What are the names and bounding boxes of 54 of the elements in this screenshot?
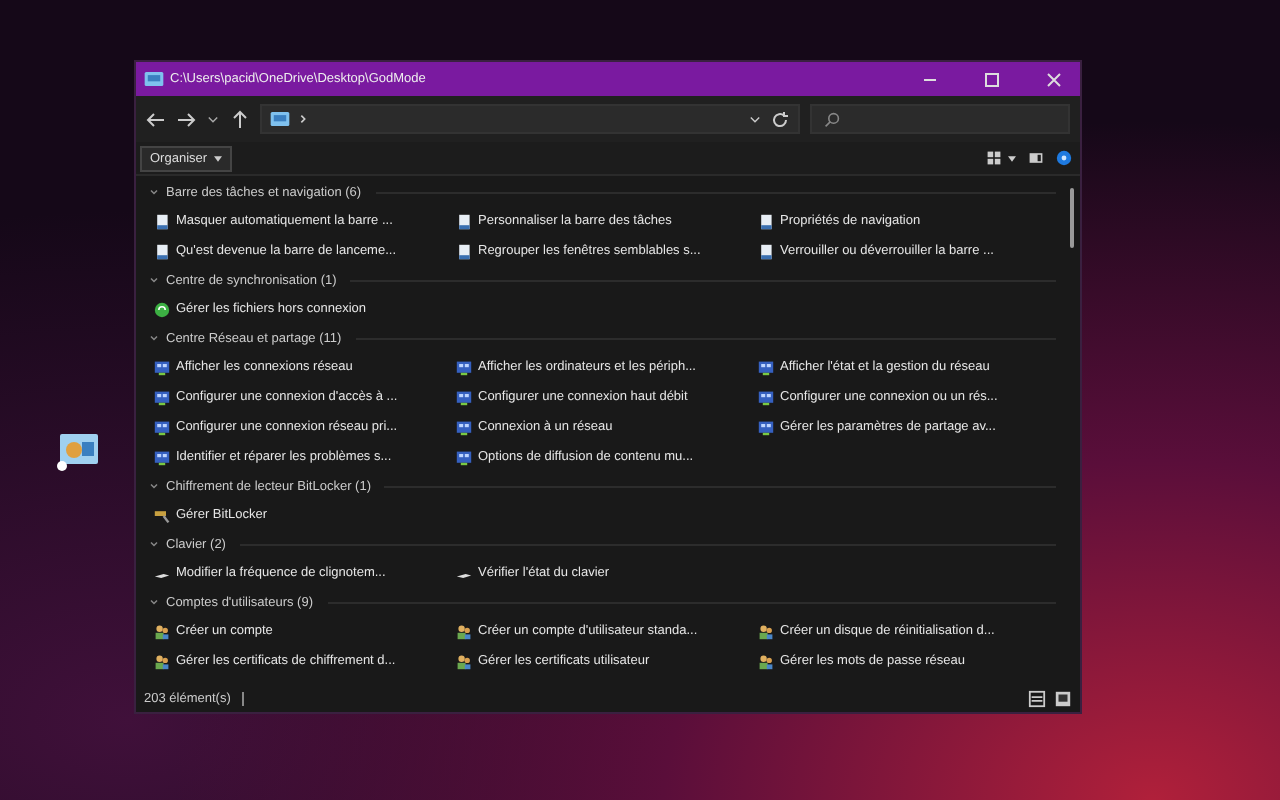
- scrollbar[interactable]: [1070, 188, 1074, 248]
- users-icon: [758, 623, 774, 639]
- network-icon: [154, 419, 170, 435]
- folder-window-icon: [144, 72, 164, 86]
- document-icon: [758, 213, 774, 229]
- network-icon: [456, 389, 472, 405]
- key-icon: [154, 507, 170, 523]
- users-icon: [154, 623, 170, 639]
- view-grid-icon[interactable]: [986, 150, 1002, 166]
- network-icon: [758, 389, 774, 405]
- network-icon: [758, 359, 774, 375]
- users-icon: [154, 653, 170, 669]
- network-icon: [154, 359, 170, 375]
- preview-pane-icon[interactable]: [1028, 150, 1044, 166]
- help-icon[interactable]: [1056, 150, 1072, 166]
- forward-arrow-icon[interactable]: [176, 109, 196, 129]
- document-icon: [456, 243, 472, 259]
- document-icon: [154, 213, 170, 229]
- caret-icon: [213, 155, 222, 161]
- network-icon: [456, 449, 472, 465]
- network-icon: [154, 449, 170, 465]
- folder-icon: [270, 112, 290, 126]
- users-icon: [758, 653, 774, 669]
- back-arrow-icon[interactable]: [146, 109, 166, 129]
- chevron-icon[interactable]: [148, 538, 160, 550]
- document-icon: [758, 243, 774, 259]
- network-icon: [758, 419, 774, 435]
- control-panel-shortcut-icon[interactable]: [56, 432, 100, 472]
- up-arrow-icon[interactable]: [230, 109, 250, 129]
- chevron-icon[interactable]: [148, 274, 160, 286]
- network-icon: [456, 359, 472, 375]
- chevron-icon[interactable]: [148, 480, 160, 492]
- details-view-icon[interactable]: [1028, 690, 1046, 708]
- chevron-icon[interactable]: [148, 186, 160, 198]
- maximize-icon[interactable]: [982, 69, 1002, 89]
- network-icon: [456, 419, 472, 435]
- caret-icon[interactable]: [1008, 155, 1016, 161]
- document-icon: [456, 213, 472, 229]
- chevron-down-icon[interactable]: [206, 112, 220, 126]
- users-icon: [456, 653, 472, 669]
- users-icon: [456, 623, 472, 639]
- sync-icon: [154, 301, 170, 317]
- address-bar[interactable]: [260, 104, 800, 134]
- chevron-right-icon[interactable]: [298, 112, 308, 126]
- large-icons-view-icon[interactable]: [1054, 690, 1072, 708]
- search-field[interactable]: [810, 104, 1070, 134]
- refresh-icon[interactable]: [770, 109, 790, 129]
- close-icon[interactable]: [1044, 69, 1064, 89]
- document-icon: [154, 243, 170, 259]
- chevron-icon[interactable]: [148, 596, 160, 608]
- network-icon: [154, 389, 170, 405]
- chevron-icon[interactable]: [148, 332, 160, 344]
- chevron-down-icon[interactable]: [748, 112, 762, 126]
- search-icon: [824, 111, 840, 127]
